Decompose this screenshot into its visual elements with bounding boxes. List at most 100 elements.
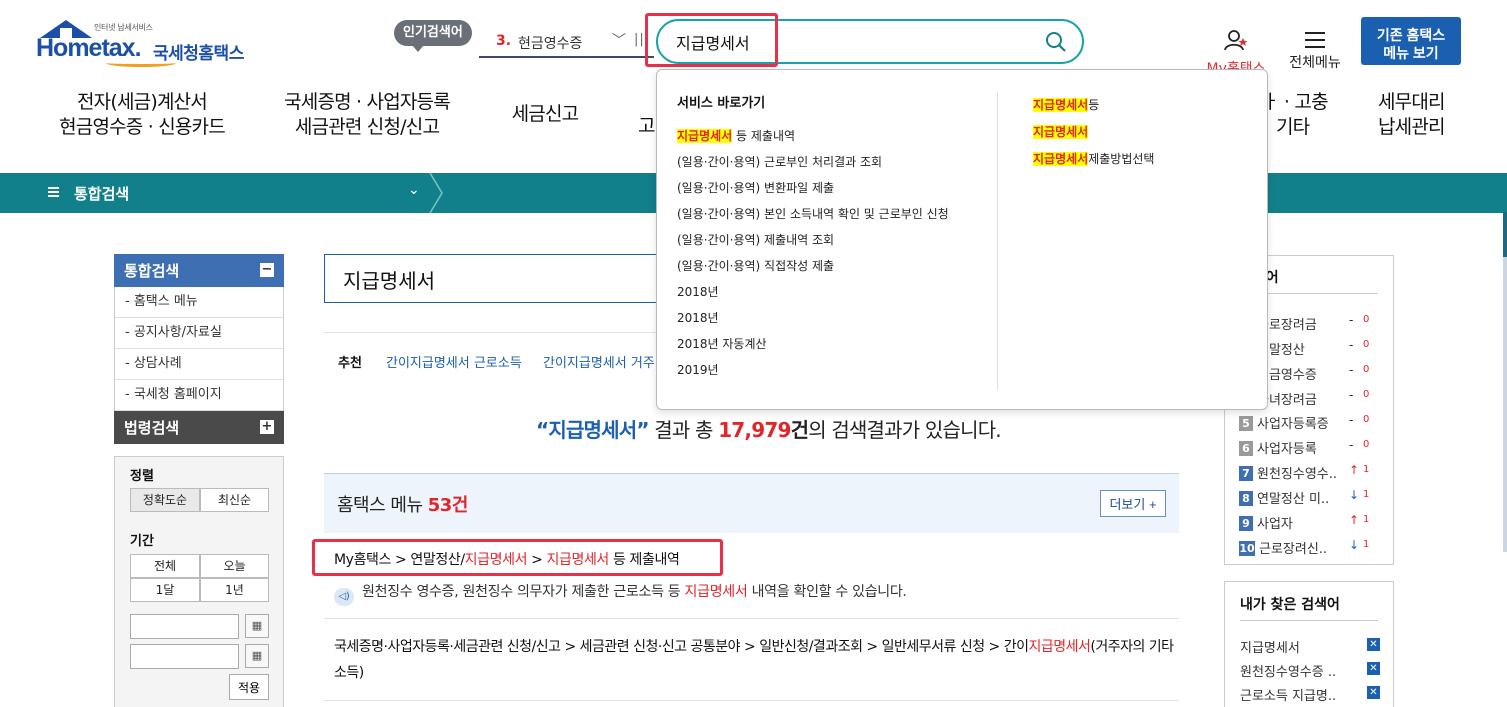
apply-button[interactable]: 적용 [229, 674, 269, 700]
suggestion-highlight: 지급명세서 [1033, 98, 1089, 112]
path-highlight: 지급명세서 [1028, 639, 1091, 655]
rank-change-value: 0 [1363, 364, 1370, 375]
hometax-logo[interactable]: 인터넷 납세서비스 Hometax. 국세청홈택스 [36, 18, 256, 70]
rank-number-badge: 10 [1239, 541, 1255, 556]
popular-keyword-item[interactable]: 5 사업자등록증 -0 [1239, 413, 1389, 433]
end-date-input[interactable] [130, 644, 239, 669]
sidebar-item-hometax-menu[interactable]: - 홈택스 메뉴 [115, 287, 283, 318]
keyword-suggestion[interactable]: 지급명세서등 [1033, 96, 1099, 113]
old-hometax-line2: 메뉴 보기 [1383, 45, 1439, 61]
result-unit: 건 [790, 418, 809, 442]
suggestion-item[interactable]: (일용·간이·용역) 직접작성 제출 [677, 257, 834, 274]
popular-keyword-ticker[interactable]: 3. 현금영수증 ﹀ || [479, 30, 654, 58]
dropdown-heading: 서비스 바로가기 [677, 96, 766, 111]
suggestion-item[interactable]: (일용·간이·용역) 근로부인 처리결과 조회 [677, 153, 882, 170]
period-year-button[interactable]: 1년 [200, 578, 269, 602]
sort-accuracy-button[interactable]: 정확도순 [130, 488, 200, 512]
suggestion-item[interactable]: 2019년 [677, 361, 719, 378]
suggestion-item[interactable]: 2018년 자동계산 [677, 335, 767, 352]
recommend-keyword[interactable]: 간이지급명세서 거주 [543, 352, 655, 371]
gnb-e-invoice[interactable]: 전자(세금)계산서 현금영수증 · 신용카드 [58, 90, 226, 140]
divider [324, 332, 669, 333]
speaker-icon[interactable]: ◁) [334, 588, 354, 606]
path-highlight: 지급명세서 [464, 552, 528, 568]
keyword-suggestion[interactable]: 지급명세서제출방법선택 [1033, 150, 1154, 167]
search-icon[interactable] [1044, 30, 1068, 54]
sidebar-integrated-search-head[interactable]: 통합검색 − [114, 254, 284, 287]
no-change-icon: - [1349, 363, 1354, 377]
path-text: > [527, 552, 547, 568]
my-keyword-item[interactable]: 원천징수영수증 .. ✕ [1240, 661, 1390, 680]
recommend-keyword[interactable]: 간이지급명세서 근로소득 [386, 352, 522, 371]
user-star-icon [1224, 30, 1248, 51]
popular-rank-keyword[interactable]: 현금영수증 [518, 33, 582, 53]
close-icon[interactable]: ✕ [1367, 686, 1380, 699]
sidebar-law-search-head[interactable]: 법령검색 + [114, 411, 284, 444]
more-button[interactable]: 더보기 + [1100, 490, 1166, 517]
result-text: 의 검색결과가 있습니다. [808, 418, 1001, 442]
pause-icon[interactable]: || [634, 32, 645, 47]
suggestion-item[interactable]: (일용·간이·용역) 본인 소득내역 확인 및 근로부인 신청 [677, 205, 949, 222]
rank-change-value: 0 [1363, 414, 1370, 425]
suggestion-text: 등 [1088, 98, 1100, 112]
close-icon[interactable]: ✕ [1367, 662, 1380, 675]
old-hometax-menu-button[interactable]: 기존 홈택스 메뉴 보기 [1361, 17, 1461, 65]
rank-number-badge: 6 [1239, 441, 1253, 456]
expand-icon[interactable]: + [260, 420, 274, 434]
chevron-down-icon[interactable]: ⌄ [408, 182, 420, 198]
gnb-tax-agent[interactable]: 세무대리 납세관리 [1378, 90, 1456, 140]
side-scroll-thumb[interactable] [1503, 212, 1507, 257]
suggestion-item[interactable]: 2018년 [677, 283, 719, 300]
rank-keyword: 사업자 [1257, 517, 1293, 532]
suggestion-item[interactable]: (일용·간이·용역) 변환파일 제출 [677, 179, 834, 196]
popular-keyword-item[interactable]: 9 사업자 ↑ 1 [1239, 513, 1389, 533]
period-month-button[interactable]: 1달 [130, 578, 200, 602]
plus-icon: + [1148, 497, 1157, 512]
old-hometax-line1: 기존 홈택스 [1376, 27, 1446, 43]
gnb-label: 세금관련 신청/신고 [294, 116, 440, 138]
rank-change-value: 1 [1363, 539, 1370, 550]
keyword-suggestion[interactable]: 지급명세서 [1033, 123, 1089, 140]
popular-keyword-item[interactable]: 6 사업자등록 -0 [1239, 438, 1389, 458]
calendar-icon[interactable]: ▦ [245, 644, 269, 668]
list-icon [48, 187, 59, 197]
my-keyword-item[interactable]: 지급명세서 ✕ [1240, 637, 1390, 656]
popular-keyword-item[interactable]: 7 원천징수영수.. ↑ 1 [1239, 463, 1389, 483]
main-search-input[interactable]: 지급명세서 [324, 254, 669, 303]
divider [324, 618, 1179, 619]
start-date-input[interactable] [130, 614, 239, 639]
sidebar-item-consult[interactable]: - 상담사례 [115, 349, 283, 380]
header-search-box [656, 19, 1084, 64]
search-autocomplete-dropdown: 서비스 바로가기 지급명세서 등 제출내역 (일용·간이·용역) 근로부인 처리… [656, 69, 1268, 410]
gnb-label: 국세증명 · 사업자등록 [284, 91, 451, 113]
all-menu-button[interactable]: 전체메뉴 [1287, 28, 1343, 72]
suggestion-item[interactable]: 2018년 [677, 309, 719, 326]
sidebar-item-notices[interactable]: - 공지사항/자료실 [115, 318, 283, 349]
chevron-down-icon[interactable]: ﹀ [612, 30, 626, 50]
collapse-icon[interactable]: − [260, 263, 274, 277]
sort-latest-button[interactable]: 최신순 [200, 488, 269, 512]
sidebar-item-nts-homepage[interactable]: - 국세청 홈페이지 [115, 380, 283, 411]
rank-number-badge: 7 [1239, 466, 1253, 481]
suggestion-item[interactable]: 지급명세서 등 제출내역 [677, 127, 795, 144]
side-scroll-track[interactable] [1503, 212, 1507, 552]
close-icon[interactable]: ✕ [1367, 638, 1380, 651]
calendar-icon[interactable]: ▦ [245, 614, 269, 638]
sort-label: 정렬 [130, 469, 154, 484]
gnb-certificates[interactable]: 국세증명 · 사업자등록 세금관련 신청/신고 [281, 90, 453, 140]
my-keyword-item[interactable]: 근로소득 지급명.. ✕ [1240, 685, 1390, 704]
result-item-path[interactable]: My홈택스 > 연말정산/지급명세서 > 지급명세서 등 제출내역 [334, 549, 680, 569]
popular-keyword-item[interactable]: 10 근로장려신.. ↓ 1 [1239, 538, 1389, 558]
popular-keyword-badge: 인기검색어 [394, 20, 472, 52]
suggestion-item[interactable]: (일용·간이·용역) 제출내역 조회 [677, 231, 834, 248]
gnb-tax-filing[interactable]: 세금신고 [505, 102, 585, 127]
popular-keyword-item[interactable]: 8 연말정산 미.. ↓ 1 [1239, 488, 1389, 508]
period-all-button[interactable]: 전체 [130, 554, 200, 578]
period-today-button[interactable]: 오늘 [200, 554, 269, 578]
section-title-text: 홈택스 메뉴 [337, 495, 428, 516]
header-search-input[interactable] [676, 30, 1036, 54]
no-change-icon: - [1349, 338, 1354, 352]
gnb-complaint[interactable]: ㅏ · 고충 기타 [1262, 90, 1332, 140]
my-keywords-panel: 내가 찾은 검색어 지급명세서 ✕ 원천징수영수증 .. ✕ 근로소득 지급명.. ✕ [1224, 581, 1394, 707]
result-item-path[interactable]: 국세증명·사업자등록·세금관련 신청/신고 > 세금관련 신청·신고 공통분야 … [334, 634, 1174, 686]
